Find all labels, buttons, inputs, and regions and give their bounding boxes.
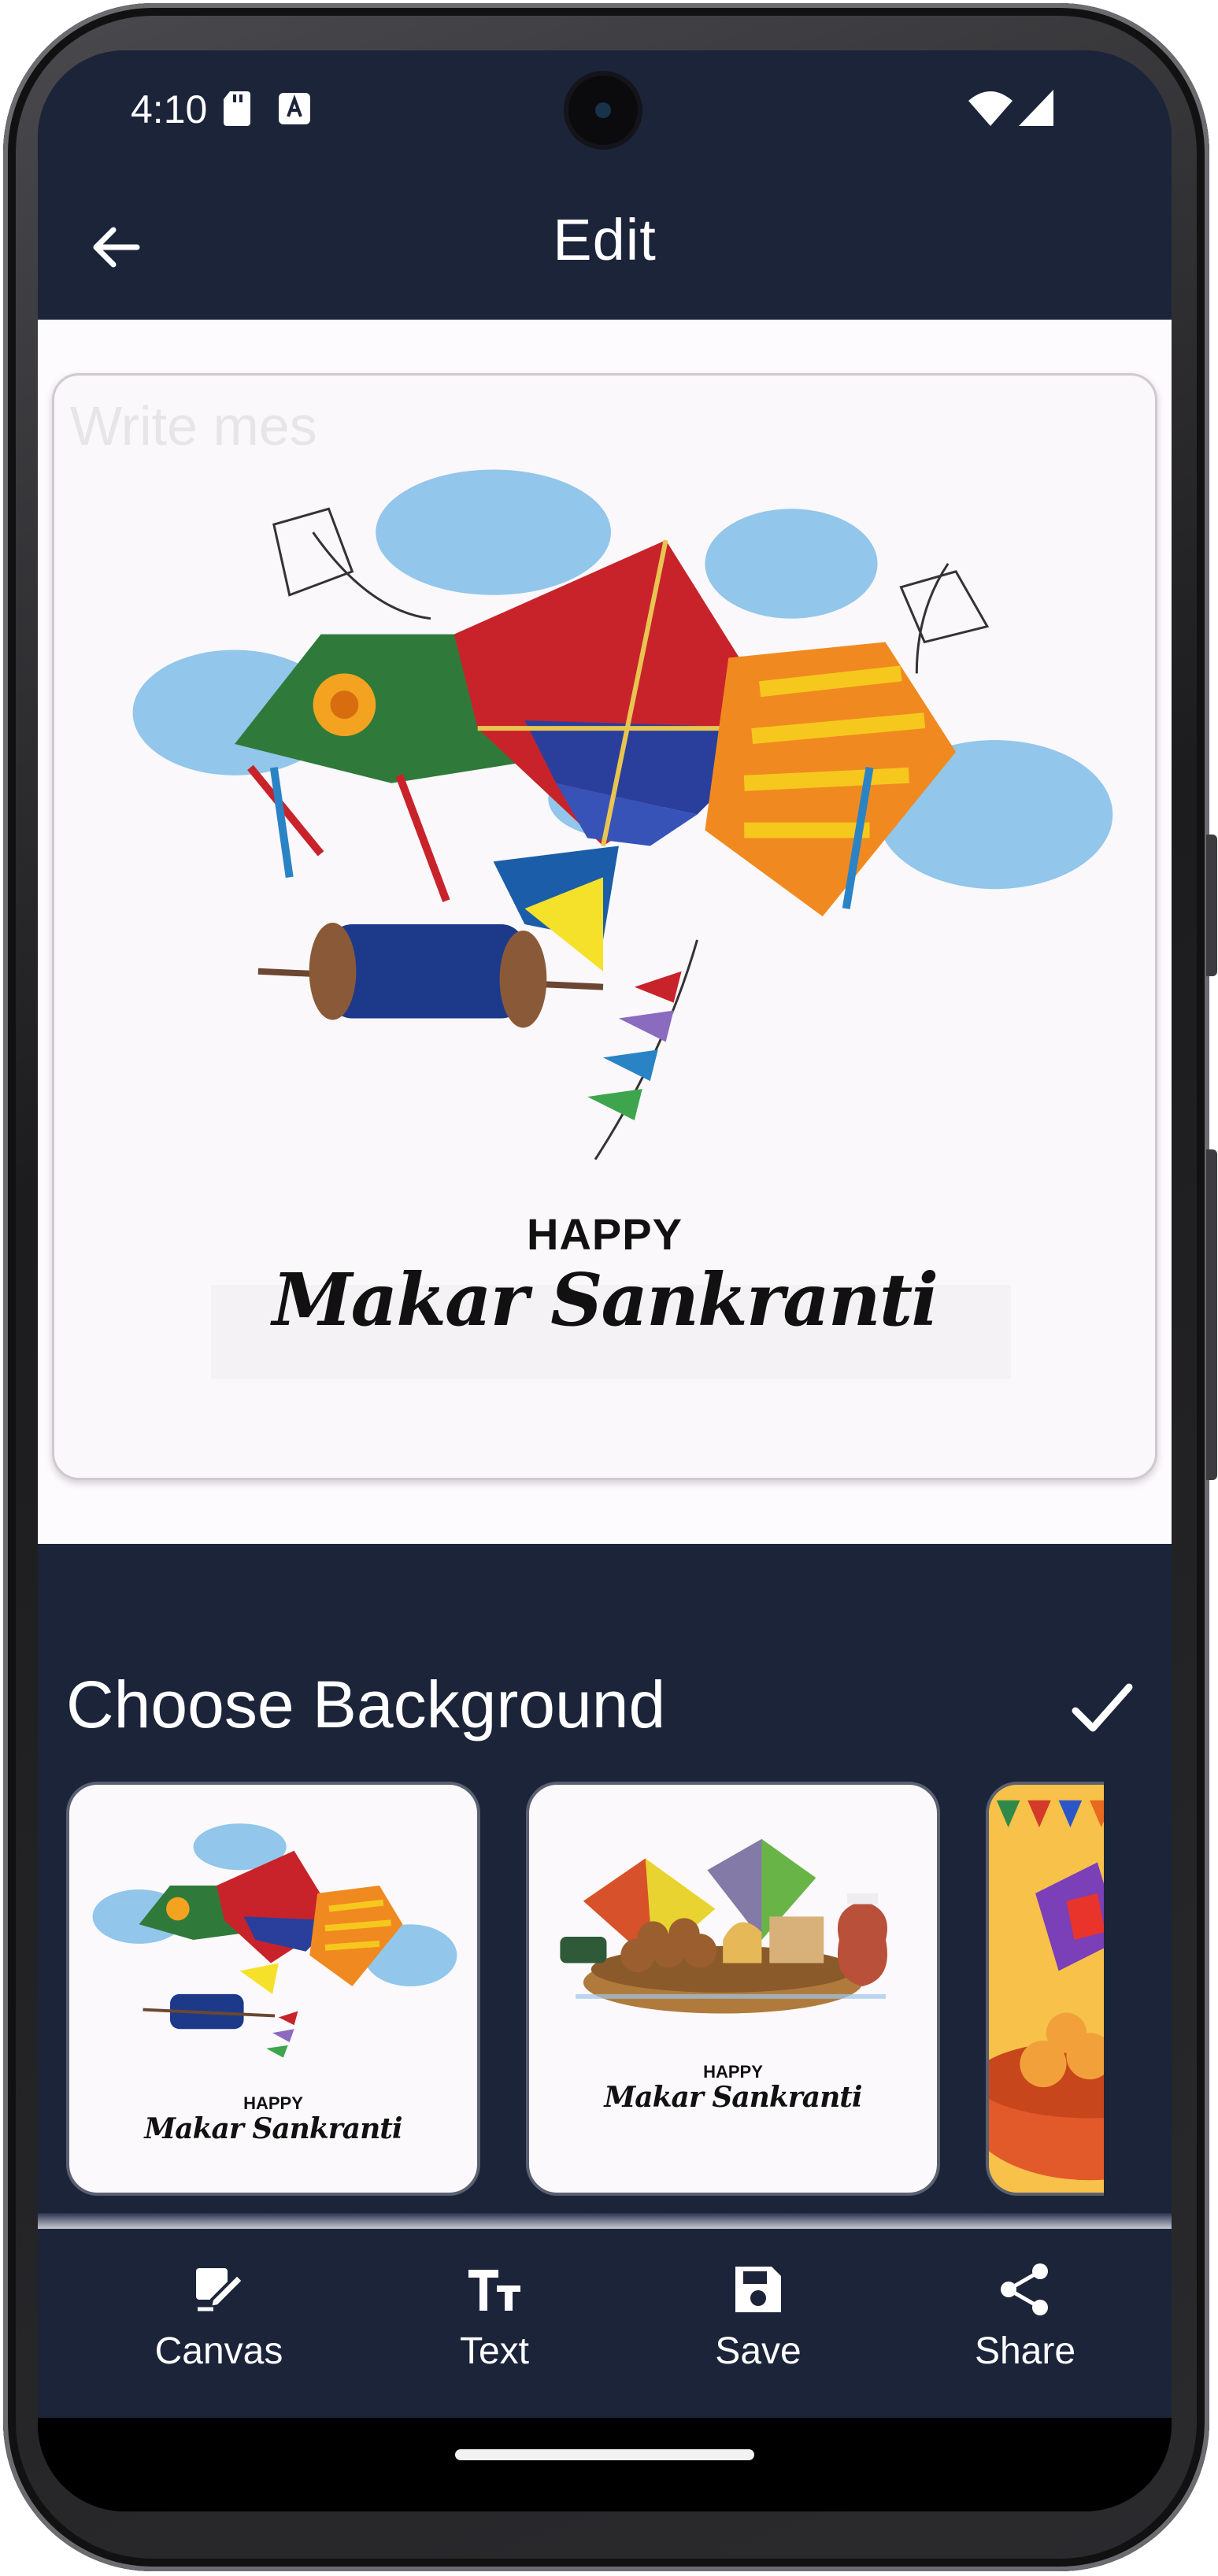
thumbnail-festival-text: Makar Sankranti — [144, 2112, 402, 2145]
text-label: Text — [459, 2330, 530, 2372]
sheet-divider — [38, 2213, 1172, 2229]
keyboard-a-icon — [279, 93, 310, 124]
volume-button — [1206, 1149, 1217, 1480]
signal-icon — [1019, 90, 1053, 126]
laddoo-thumbnail-art — [989, 1785, 1104, 2193]
front-camera — [568, 76, 638, 145]
background-thumbnails: HAPPY Makar Sankranti HAPPY Makar Sankra… — [66, 1782, 1104, 2199]
canvas-button[interactable]: Canvas — [117, 2260, 321, 2394]
background-thumbnail-2[interactable]: HAPPY Makar Sankranti — [526, 1782, 940, 2196]
sweets-thumbnail-art — [560, 1838, 887, 2014]
save-icon — [735, 2267, 781, 2312]
power-button — [1206, 835, 1217, 976]
status-time: 4:10 — [131, 87, 208, 131]
thumbnail-happy-text: HAPPY — [243, 2093, 303, 2113]
choose-background-title: Choose Background — [66, 1667, 666, 1741]
background-chooser-panel: Choose Background HAPPY Makar Sankranti … — [38, 1544, 1172, 2229]
text-size-icon — [468, 2270, 520, 2311]
edit-canvas-icon — [196, 2268, 246, 2311]
save-button[interactable]: Save — [656, 2260, 861, 2394]
canvas-label: Canvas — [154, 2330, 283, 2372]
sd-card-icon — [224, 91, 250, 126]
page-title: Edit — [553, 207, 657, 272]
check-icon[interactable] — [1066, 1673, 1137, 1744]
greeting-happy-text: HAPPY — [527, 1209, 683, 1259]
home-indicator[interactable] — [455, 2449, 754, 2460]
greeting-festival-text: Makar Sankranti — [272, 1257, 938, 1342]
share-icon — [1001, 2263, 1048, 2315]
app-bar: Edit — [38, 168, 1172, 320]
background-thumbnail-1[interactable]: HAPPY Makar Sankranti — [66, 1782, 480, 2196]
share-button[interactable]: Share — [923, 2260, 1127, 2394]
background-thumbnail-3[interactable] — [986, 1782, 1104, 2196]
wifi-icon — [968, 91, 1013, 126]
greeting-card-preview[interactable]: Write mes HAPPY Makar Sankranti — [52, 373, 1157, 1480]
gesture-navigation-bar — [38, 2418, 1172, 2511]
phone-frame: 4:10 Edit Write mes HAPPY Makar Sankrant… — [0, 0, 1218, 2576]
message-placeholder[interactable]: Write mes — [70, 394, 317, 457]
save-label: Save — [715, 2330, 802, 2372]
share-label: Share — [974, 2330, 1076, 2372]
status-bar: 4:10 — [38, 50, 1172, 168]
canvas-area: Write mes HAPPY Makar Sankranti — [38, 320, 1172, 1544]
screen: 4:10 Edit Write mes HAPPY Makar Sankrant… — [38, 50, 1172, 2511]
text-button[interactable]: Text — [392, 2260, 597, 2394]
bottom-toolbar: Canvas Text Save Share — [38, 2229, 1172, 2418]
thumbnail-happy-text: HAPPY — [703, 2062, 763, 2082]
thumbnail-festival-text: Makar Sankranti — [604, 2081, 862, 2114]
